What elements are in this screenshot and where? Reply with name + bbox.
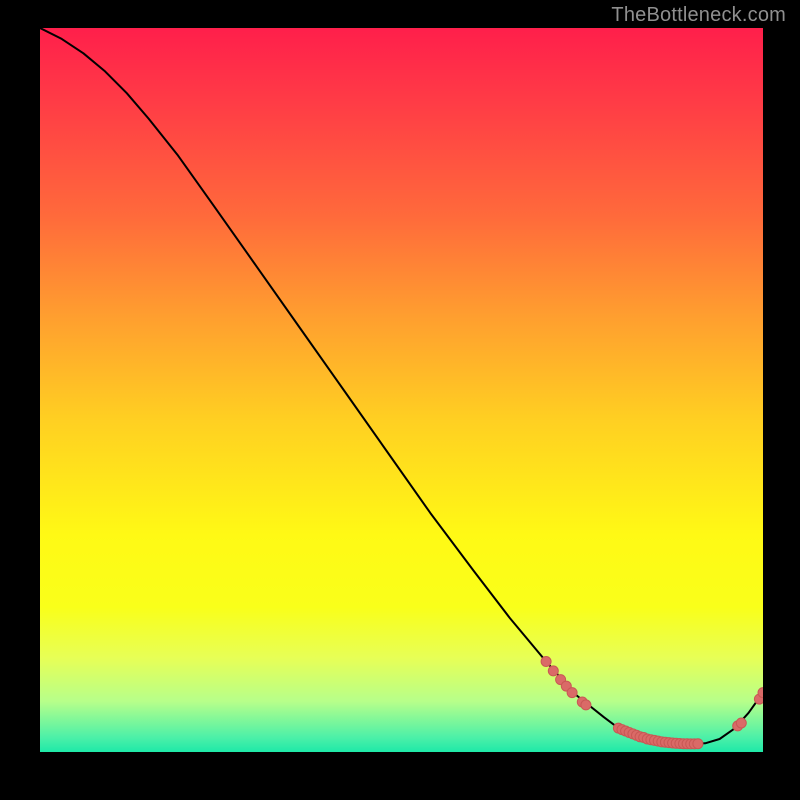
- chart-stage: TheBottleneck.com: [0, 0, 800, 800]
- data-marker: [577, 697, 587, 707]
- data-marker: [671, 738, 681, 748]
- attribution-text: TheBottleneck.com: [611, 4, 786, 27]
- chart-svg: [40, 28, 763, 752]
- data-marker: [621, 726, 631, 736]
- data-marker: [679, 739, 689, 749]
- data-marker: [624, 728, 634, 738]
- data-marker: [657, 737, 667, 747]
- data-marker: [682, 739, 692, 749]
- data-marker: [548, 666, 558, 676]
- plot-area: [40, 28, 763, 752]
- data-marker: [660, 737, 670, 747]
- bottleneck-curve: [40, 28, 763, 744]
- data-marker: [556, 675, 566, 685]
- data-marker: [754, 694, 763, 704]
- data-marker: [613, 723, 623, 733]
- data-marker: [635, 732, 645, 742]
- data-marker: [650, 735, 660, 745]
- data-marker: [617, 725, 627, 735]
- data-marker: [639, 733, 649, 743]
- data-marker: [642, 734, 652, 744]
- data-marker: [632, 730, 642, 740]
- data-marker: [628, 729, 638, 739]
- data-marker: [561, 681, 571, 691]
- data-marker: [646, 735, 656, 745]
- data-marker: [664, 738, 674, 748]
- data-marker: [686, 739, 696, 749]
- data-marker: [693, 739, 703, 749]
- data-marker: [736, 718, 746, 728]
- data-marker: [758, 688, 763, 698]
- data-marker: [668, 738, 678, 748]
- data-marker: [581, 700, 591, 710]
- marker-layer: [541, 657, 763, 749]
- data-marker: [567, 688, 577, 698]
- data-marker: [653, 736, 663, 746]
- data-marker: [675, 739, 685, 749]
- data-marker: [733, 721, 743, 731]
- data-marker: [689, 739, 699, 749]
- data-marker: [541, 657, 551, 667]
